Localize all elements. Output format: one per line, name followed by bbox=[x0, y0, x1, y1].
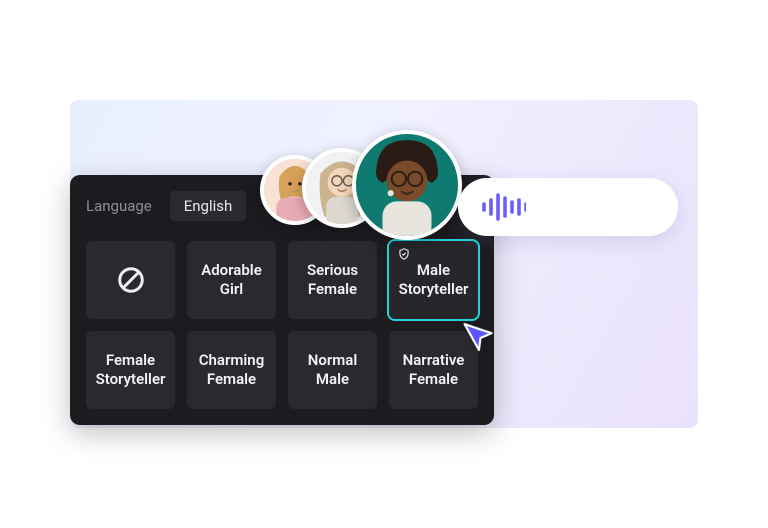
voice-tile-line2: Male bbox=[316, 370, 349, 390]
voice-tile-normal-male[interactable]: Normal Male bbox=[288, 331, 377, 409]
prohibit-icon bbox=[116, 265, 146, 295]
voice-tile-line2: Storyteller bbox=[399, 280, 469, 300]
voice-tile-line2: Female bbox=[207, 370, 256, 390]
voice-tile-line1: Charming bbox=[199, 351, 264, 371]
voice-tile-line1: Narrative bbox=[403, 351, 465, 371]
voice-tile-line2: Girl bbox=[220, 280, 243, 300]
voice-tile-line1: Adorable bbox=[201, 261, 262, 281]
language-select[interactable]: English bbox=[170, 191, 247, 221]
voice-tile-line1: Female bbox=[106, 351, 155, 371]
voice-grid: Adorable Girl Serious Female Male Storyt… bbox=[86, 241, 478, 409]
pointer-cursor-icon bbox=[460, 316, 498, 354]
waveform-icon bbox=[480, 192, 526, 222]
voice-tile-line2: Female bbox=[308, 280, 357, 300]
voice-tile-line1: Normal bbox=[308, 351, 357, 371]
avatar-man bbox=[352, 130, 462, 240]
language-label: Language bbox=[86, 197, 152, 215]
voice-tile-serious-female[interactable]: Serious Female bbox=[288, 241, 377, 319]
voice-tile-line2: Storyteller bbox=[96, 370, 166, 390]
audio-pill[interactable] bbox=[458, 178, 678, 236]
voice-tile-female-storyteller[interactable]: Female Storyteller bbox=[86, 331, 175, 409]
voice-tile-line1: Male bbox=[417, 261, 450, 281]
voice-tile-line2: Female bbox=[409, 370, 458, 390]
voice-tile-charming-female[interactable]: Charming Female bbox=[187, 331, 276, 409]
voice-tile-adorable-girl[interactable]: Adorable Girl bbox=[187, 241, 276, 319]
shield-check-icon bbox=[397, 247, 411, 261]
voice-tile-none[interactable] bbox=[86, 241, 175, 319]
voice-tile-male-storyteller[interactable]: Male Storyteller bbox=[389, 241, 478, 319]
voice-tile-line1: Serious bbox=[307, 261, 358, 281]
